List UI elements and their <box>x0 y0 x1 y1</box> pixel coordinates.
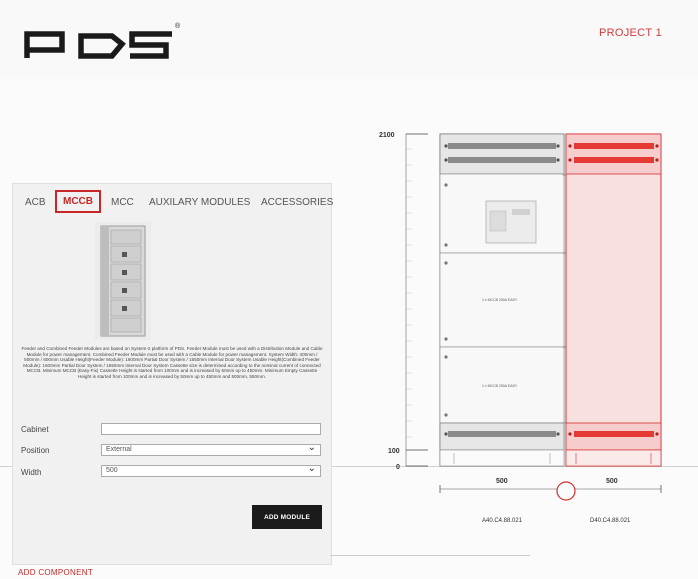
cabinet-code-right: D40.C4.88.021 <box>590 518 631 524</box>
panel-bottom-divider <box>330 555 530 556</box>
position-value: External <box>106 446 132 453</box>
tab-mccb[interactable]: MCCB <box>55 190 101 213</box>
add-component-link[interactable]: ADD COMPONENT <box>18 568 93 577</box>
module-tabs: ACB MCCB MCC AUXILARY MODULES ACCESSORIE… <box>13 184 333 222</box>
width-label: Width <box>21 468 42 477</box>
cabinet-code-left: A40.C4.88.021 <box>482 518 523 524</box>
module-label-1: 1 x MCCB 250A EASY <box>482 298 518 302</box>
position-label: Position <box>21 446 50 455</box>
width-label-right: 500 <box>606 478 618 485</box>
drag-handle-circle-icon[interactable] <box>556 481 576 501</box>
module-label-2: 1 x MCCB 250A EASY <box>482 384 518 388</box>
cabinet-left[interactable]: 1 x MCCB 250A EASY 1 x MCCB 250A EASY <box>439 133 565 467</box>
tab-acb[interactable]: ACB <box>25 197 46 208</box>
width-value: 500 <box>106 467 118 474</box>
top-header: ® PROJECT 1 <box>0 0 698 78</box>
height-ruler-ticks <box>406 148 412 438</box>
width-label-left: 500 <box>496 478 508 485</box>
tab-accessories[interactable]: ACCESSORIES <box>261 197 333 208</box>
tab-auxilary-modules[interactable]: AUXILARY MODULES <box>149 197 250 208</box>
height-label-0: 0 <box>396 464 400 471</box>
tab-mcc[interactable]: MCC <box>111 197 134 208</box>
height-label-100: 100 <box>388 448 400 455</box>
add-module-button[interactable]: ADD MODULE <box>252 505 322 529</box>
project-name[interactable]: PROJECT 1 <box>599 27 662 39</box>
height-label-2100: 2100 <box>379 132 395 139</box>
module-panel: ACB MCCB MCC AUXILARY MODULES ACCESSORIE… <box>12 183 333 565</box>
width-select[interactable]: 500 <box>101 463 321 477</box>
pds-logo[interactable]: ® <box>24 14 184 64</box>
mccb-cabinet-image <box>95 222 151 340</box>
cabinet-elevation: 2100 100 0 1 x MCCB 250A EASY 1 x MCCB 2… <box>379 132 662 501</box>
cabinet-right-selected[interactable] <box>562 133 662 467</box>
cabinet-input[interactable] <box>101 423 321 435</box>
product-description: Feeder and Combined Feeder Modules are b… <box>21 346 323 379</box>
svg-text:®: ® <box>175 22 181 30</box>
position-select[interactable]: External <box>101 442 321 456</box>
cabinet-label: Cabinet <box>21 425 49 434</box>
